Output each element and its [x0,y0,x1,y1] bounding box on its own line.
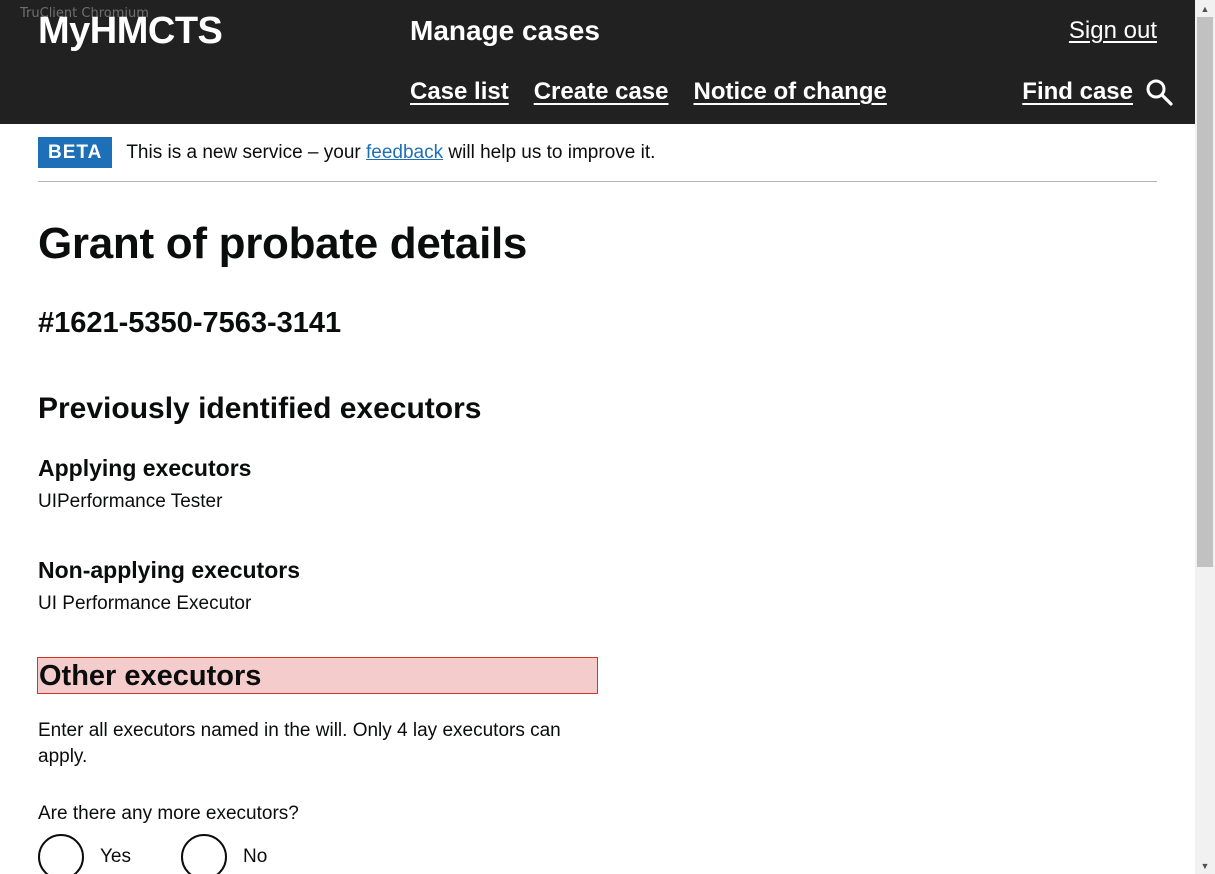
find-case-label: Find case [1022,78,1133,105]
phase-banner-text: This is a new service – your feedback wi… [126,142,655,164]
non-applying-executors-heading: Non-applying executors [38,557,300,583]
beta-tag: BETA [38,137,113,168]
scroll-down-icon[interactable]: ▼ [1195,857,1215,874]
other-executors-hint: Enter all executors named in the will. O… [38,720,561,767]
radio-no-label[interactable]: No [243,846,267,868]
feedback-link[interactable]: feedback [366,142,443,163]
search-icon [1146,79,1173,106]
applying-executors-heading: Applying executors [38,455,252,481]
applying-executors-value: UIPerformance Tester [38,491,223,512]
phase-text-before: This is a new service – your [126,141,367,163]
phase-text-after: will help us to improve it. [443,141,656,163]
page: TruClient Chromium MyHMCTS Manage cases … [0,0,1195,874]
radio-yes-input[interactable] [38,834,84,874]
primary-nav: Case list Create case Notice of change [410,78,887,106]
previous-executors-heading: Previously identified executors [38,392,482,425]
radio-no-input[interactable] [181,834,227,874]
find-case-link[interactable]: Find case [1022,78,1173,106]
more-executors-question: Are there any more executors? [38,803,299,824]
other-executors-heading-highlight: Other executors [37,657,598,694]
case-reference: #1621-5350-7563-3141 [38,307,342,339]
radio-yes[interactable]: Yes [38,834,131,874]
scrollbar-thumb[interactable] [1197,17,1213,567]
other-executors-heading: Other executors [39,660,262,692]
non-applying-executors-value: UI Performance Executor [38,593,252,614]
header: TruClient Chromium MyHMCTS Manage cases … [0,0,1195,124]
nav-notice-of-change[interactable]: Notice of change [693,78,886,106]
nav-create-case[interactable]: Create case [534,78,669,106]
radio-no[interactable]: No [181,834,267,874]
page-title: Grant of probate details [38,219,528,268]
radio-yes-label[interactable]: Yes [100,846,131,868]
brand-logo[interactable]: MyHMCTS [38,10,223,53]
service-name[interactable]: Manage cases [410,15,600,47]
phase-banner: BETA This is a new service – your feedba… [38,124,1157,182]
scroll-up-icon[interactable]: ▲ [1195,0,1215,17]
sign-out-link[interactable]: Sign out [1069,17,1157,45]
nav-case-list[interactable]: Case list [410,78,509,106]
more-executors-radios: Yes No [38,834,317,874]
vertical-scrollbar[interactable]: ▲ ▼ [1195,0,1215,874]
